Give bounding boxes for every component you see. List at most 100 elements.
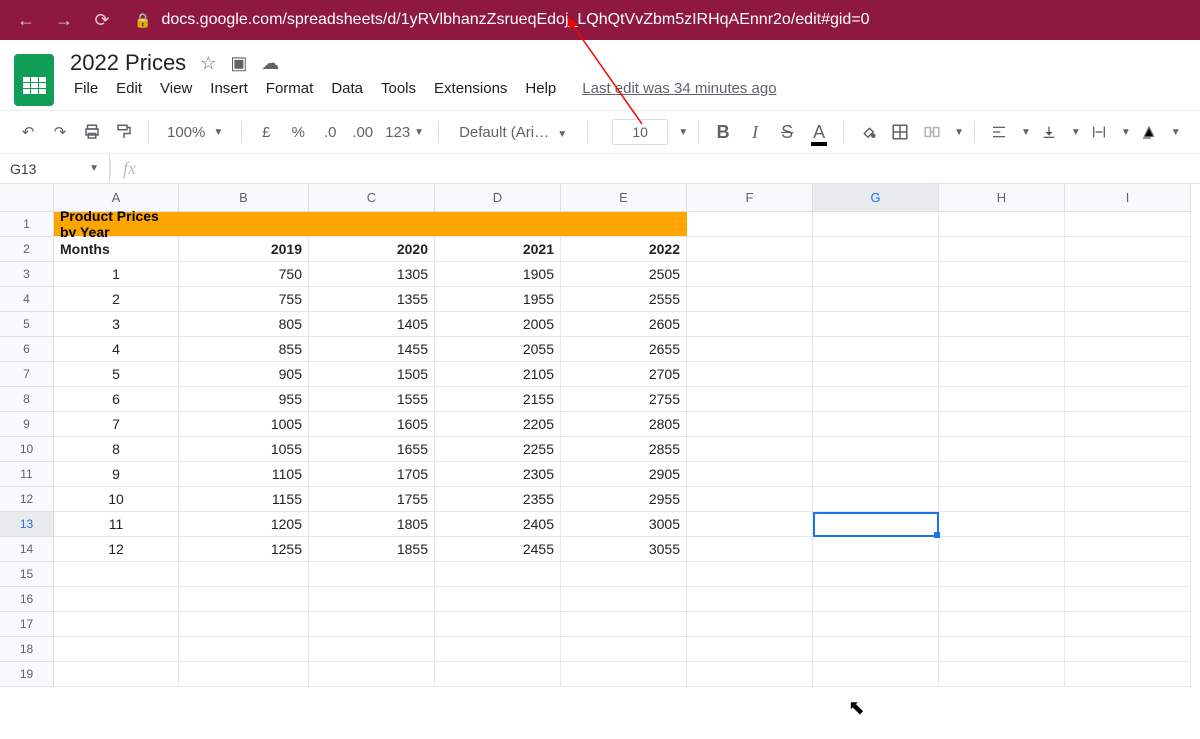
- cell-H12[interactable]: [939, 487, 1065, 512]
- col-header-F[interactable]: F: [687, 184, 813, 212]
- cell-E1[interactable]: [561, 212, 687, 237]
- cell-D16[interactable]: [435, 587, 561, 612]
- cell-G1[interactable]: [813, 212, 939, 237]
- cell-G10[interactable]: [813, 437, 939, 462]
- col-header-I[interactable]: I: [1065, 184, 1191, 212]
- cell-A11[interactable]: 9: [54, 462, 179, 487]
- cell-E7[interactable]: 2705: [561, 362, 687, 387]
- row-header-6[interactable]: 6: [0, 337, 53, 362]
- col-header-E[interactable]: E: [561, 184, 687, 212]
- text-rotation-button[interactable]: [1135, 117, 1163, 147]
- cell-H3[interactable]: [939, 262, 1065, 287]
- cell-E16[interactable]: [561, 587, 687, 612]
- cell-H15[interactable]: [939, 562, 1065, 587]
- row-header-16[interactable]: 16: [0, 587, 53, 612]
- cell-A15[interactable]: [54, 562, 179, 587]
- cell-B12[interactable]: 1155: [179, 487, 309, 512]
- row-header-8[interactable]: 8: [0, 387, 53, 412]
- cell-H19[interactable]: [939, 662, 1065, 687]
- cell-G6[interactable]: [813, 337, 939, 362]
- cell-A6[interactable]: 4: [54, 337, 179, 362]
- cell-F14[interactable]: [687, 537, 813, 562]
- cell-F2[interactable]: [687, 237, 813, 262]
- row-header-3[interactable]: 3: [0, 262, 53, 287]
- cell-G18[interactable]: [813, 637, 939, 662]
- cell-A14[interactable]: 12: [54, 537, 179, 562]
- borders-button[interactable]: [886, 117, 914, 147]
- cell-G14[interactable]: [813, 537, 939, 562]
- cell-D12[interactable]: 2355: [435, 487, 561, 512]
- row-header-13[interactable]: 13: [0, 512, 53, 537]
- cell-G15[interactable]: [813, 562, 939, 587]
- cell-E14[interactable]: 3055: [561, 537, 687, 562]
- cell-C17[interactable]: [309, 612, 435, 637]
- cell-C5[interactable]: 1405: [309, 312, 435, 337]
- percent-button[interactable]: %: [284, 117, 312, 147]
- cell-A13[interactable]: 11: [54, 512, 179, 537]
- cell-I4[interactable]: [1065, 287, 1191, 312]
- cell-C11[interactable]: 1705: [309, 462, 435, 487]
- cell-G12[interactable]: [813, 487, 939, 512]
- cell-B8[interactable]: 955: [179, 387, 309, 412]
- cell-H2[interactable]: [939, 237, 1065, 262]
- cell-A4[interactable]: 2: [54, 287, 179, 312]
- cell-B4[interactable]: 755: [179, 287, 309, 312]
- row-header-18[interactable]: 18: [0, 637, 53, 662]
- cell-H11[interactable]: [939, 462, 1065, 487]
- row-header-5[interactable]: 5: [0, 312, 53, 337]
- cell-D10[interactable]: 2255: [435, 437, 561, 462]
- row-header-7[interactable]: 7: [0, 362, 53, 387]
- cell-C12[interactable]: 1755: [309, 487, 435, 512]
- chevron-down-icon[interactable]: ▼: [678, 127, 688, 138]
- cell-area[interactable]: Product Prices by Year Months 2019 2020 …: [54, 212, 1200, 687]
- formula-input[interactable]: [148, 154, 1200, 183]
- cell-F12[interactable]: [687, 487, 813, 512]
- cell-G8[interactable]: [813, 387, 939, 412]
- italic-button[interactable]: I: [741, 117, 769, 147]
- col-header-H[interactable]: H: [939, 184, 1065, 212]
- cell-B18[interactable]: [179, 637, 309, 662]
- cell-E13[interactable]: 3005: [561, 512, 687, 537]
- redo-button[interactable]: ↷: [46, 117, 74, 147]
- cell-A16[interactable]: [54, 587, 179, 612]
- cell-I2[interactable]: [1065, 237, 1191, 262]
- cell-F11[interactable]: [687, 462, 813, 487]
- cell-D15[interactable]: [435, 562, 561, 587]
- row-header-14[interactable]: 14: [0, 537, 53, 562]
- cell-B5[interactable]: 805: [179, 312, 309, 337]
- menu-edit[interactable]: Edit: [112, 78, 146, 99]
- sheets-app-icon[interactable]: [14, 54, 54, 106]
- cell-C15[interactable]: [309, 562, 435, 587]
- cell-G3[interactable]: [813, 262, 939, 287]
- cell-I6[interactable]: [1065, 337, 1191, 362]
- cell-C1[interactable]: [309, 212, 435, 237]
- cell-I5[interactable]: [1065, 312, 1191, 337]
- cell-F17[interactable]: [687, 612, 813, 637]
- cell-H18[interactable]: [939, 637, 1065, 662]
- cell-B16[interactable]: [179, 587, 309, 612]
- cell-D9[interactable]: 2205: [435, 412, 561, 437]
- cell-H8[interactable]: [939, 387, 1065, 412]
- menu-insert[interactable]: Insert: [206, 78, 252, 99]
- cell-F15[interactable]: [687, 562, 813, 587]
- cell-B15[interactable]: [179, 562, 309, 587]
- cell-G16[interactable]: [813, 587, 939, 612]
- cell-G2[interactable]: [813, 237, 939, 262]
- cell-I15[interactable]: [1065, 562, 1191, 587]
- cell-E17[interactable]: [561, 612, 687, 637]
- strikethrough-button[interactable]: S: [773, 117, 801, 147]
- more-formats-button[interactable]: 123▼: [381, 117, 428, 147]
- cell-D4[interactable]: 1955: [435, 287, 561, 312]
- cell-D2[interactable]: 2021: [435, 237, 561, 262]
- cell-E11[interactable]: 2905: [561, 462, 687, 487]
- reload-button[interactable]: ⟳: [90, 10, 114, 31]
- cell-I8[interactable]: [1065, 387, 1191, 412]
- cell-G7[interactable]: [813, 362, 939, 387]
- cell-A12[interactable]: 10: [54, 487, 179, 512]
- cell-E8[interactable]: 2755: [561, 387, 687, 412]
- cell-H13[interactable]: [939, 512, 1065, 537]
- menu-help[interactable]: Help: [521, 78, 560, 99]
- cell-I14[interactable]: [1065, 537, 1191, 562]
- row-header-19[interactable]: 19: [0, 662, 53, 687]
- forward-button[interactable]: →: [52, 10, 76, 31]
